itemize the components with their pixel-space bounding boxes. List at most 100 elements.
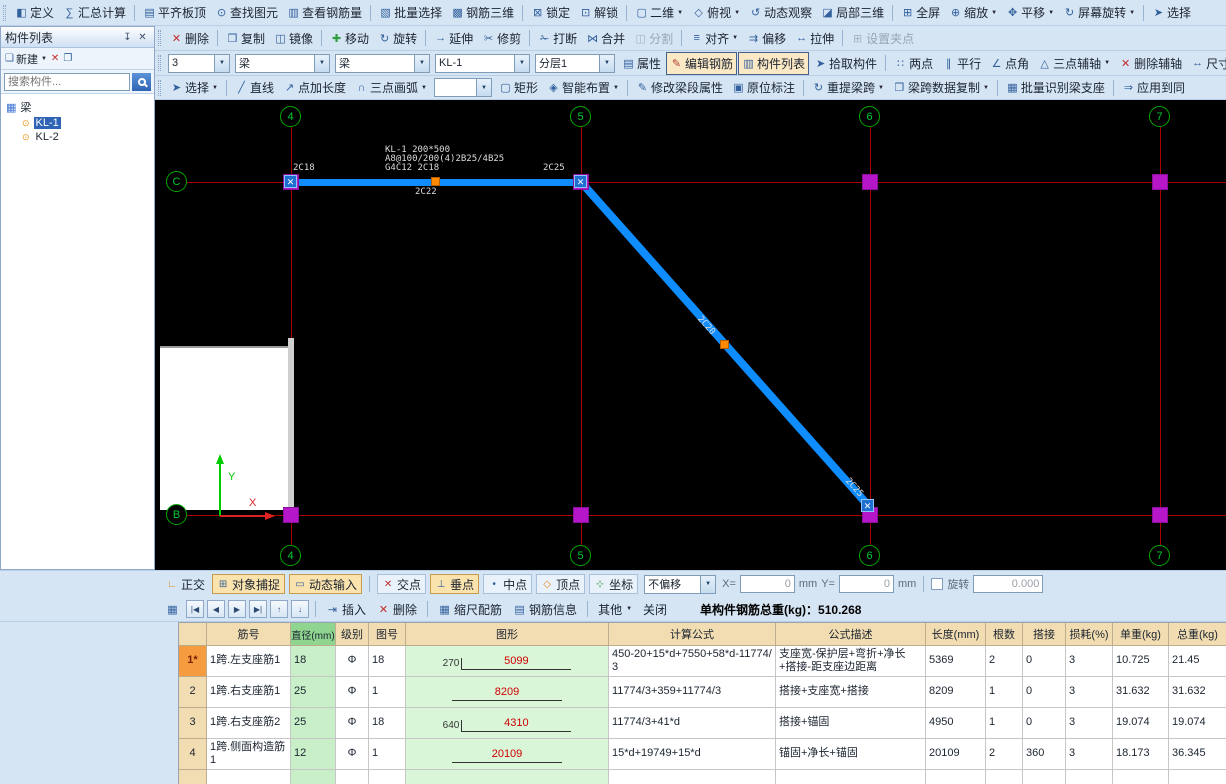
delete-component-button[interactable]: ✕: [51, 53, 59, 64]
dimension-button[interactable]: ↔ 尺寸标注: [1187, 52, 1226, 75]
point-plus-length-button[interactable]: ↗ 点加长度: [279, 76, 350, 99]
row-number-cell[interactable]: 2: [179, 677, 207, 708]
formula-desc-cell[interactable]: 搭接+锚固: [776, 708, 926, 739]
row-number-cell[interactable]: 1*: [179, 646, 207, 677]
shape-cell[interactable]: 8209: [406, 677, 609, 708]
shape-cell[interactable]: 270 5099: [406, 646, 609, 677]
next-row-button[interactable]: ▶: [228, 600, 246, 618]
tree-item-kl-2[interactable]: ⊙ KL-2: [20, 130, 63, 144]
three-point-arc-button[interactable]: ∩ 三点画弧 ▼: [351, 76, 431, 99]
unit-weight-cell[interactable]: 10.725: [1113, 646, 1169, 677]
two-point-button[interactable]: ∷ 两点: [890, 52, 937, 75]
first-row-button[interactable]: |◀: [186, 600, 204, 618]
chevron-down-icon[interactable]: ▼: [475, 79, 491, 96]
rebar-3d-button[interactable]: ▩ 钢筋三维: [447, 1, 518, 24]
scale-rebar-button[interactable]: ▦ 缩尺配筋: [434, 600, 506, 619]
top-view-button[interactable]: ◇ 俯视 ▼: [688, 1, 744, 24]
other-button[interactable]: 其他 ▼: [594, 600, 636, 619]
length-cell[interactable]: 4950: [926, 708, 986, 739]
snap-midpoint[interactable]: • 中点: [483, 574, 533, 594]
selection-grip[interactable]: ✕: [284, 175, 297, 188]
formula-desc-cell[interactable]: 搭接+支座宽+搭接: [776, 677, 926, 708]
rotate-button[interactable]: ↻ 旋转: [374, 27, 421, 50]
x-coordinate-input[interactable]: [739, 575, 795, 593]
formula-cell[interactable]: 11774/3+41*d: [609, 708, 776, 739]
column-marker[interactable]: [862, 174, 878, 190]
rebar-info-button[interactable]: ▤ 钢筋信息: [509, 600, 581, 619]
snap-coordinate[interactable]: ⊹ 坐标: [589, 574, 639, 594]
total-weight-cell[interactable]: 19.074: [1169, 708, 1226, 739]
length-cell[interactable]: 8209: [926, 677, 986, 708]
lap-cell[interactable]: 0: [1023, 646, 1066, 677]
layer-select[interactable]: 分层1 ▼: [535, 53, 615, 73]
row-number-cell[interactable]: 3: [179, 708, 207, 739]
search-button[interactable]: [132, 72, 151, 91]
figure-number-cell[interactable]: 18: [369, 708, 406, 739]
trim-button[interactable]: ✂ 修剪: [478, 27, 525, 50]
break-button[interactable]: ✁ 打断: [534, 27, 581, 50]
diameter-cell[interactable]: 18: [291, 646, 336, 677]
align-button[interactable]: ≡ 对齐 ▼: [686, 27, 742, 50]
total-weight-cell[interactable]: 36.345: [1169, 739, 1226, 770]
in-situ-annotation-button[interactable]: ▣ 原位标注: [728, 76, 799, 99]
rebar-name-cell[interactable]: 1跨.右支座筋1: [207, 677, 291, 708]
line-tool-button[interactable]: ╱ 直线: [231, 76, 278, 99]
loss-cell[interactable]: 3: [1066, 708, 1113, 739]
beam-span-data-copy-button[interactable]: ❐ 梁跨数据复制 ▼: [889, 76, 993, 99]
midpoint-grip[interactable]: [431, 177, 440, 186]
three-point-aux-axis-button[interactable]: △ 三点辅轴 ▼: [1034, 52, 1114, 75]
midpoint-grip[interactable]: [720, 340, 729, 349]
find-element-button[interactable]: ⊙ 查找图元: [211, 1, 282, 24]
new-component-button[interactable]: ❏ 新建 ▼: [5, 51, 47, 67]
lock-button[interactable]: ⊠ 锁定: [527, 1, 574, 24]
summary-calc-button[interactable]: ∑ 汇总计算: [59, 1, 130, 24]
column-marker[interactable]: [1152, 174, 1168, 190]
diameter-cell[interactable]: 12: [291, 739, 336, 770]
arc-param-select[interactable]: ▼: [433, 78, 492, 97]
total-weight-cell[interactable]: 31.632: [1169, 677, 1226, 708]
view-2d-button[interactable]: ▢ 二维 ▼: [631, 1, 687, 24]
drawing-canvas[interactable]: ✕ ✕ ✕ KL-1 200*500 A8@100/200(4)2B25/4B2…: [155, 100, 1226, 570]
dynamic-input-toggle[interactable]: ▭ 动态输入: [289, 574, 363, 594]
floor-select[interactable]: 3 ▼: [168, 53, 230, 73]
batch-identify-beam-support-button[interactable]: ▦ 批量识别梁支座: [1002, 76, 1109, 99]
shape-cell[interactable]: 20109: [406, 739, 609, 770]
copy-component-button[interactable]: ❐: [63, 53, 72, 64]
lap-cell[interactable]: 360: [1023, 739, 1066, 770]
unlock-button[interactable]: ⊡ 解锁: [575, 1, 622, 24]
copy-button[interactable]: ❐ 复制: [222, 27, 269, 50]
chevron-down-icon[interactable]: ▼: [314, 54, 329, 72]
row-number-cell[interactable]: 4: [179, 739, 207, 770]
loss-cell[interactable]: 3: [1066, 739, 1113, 770]
unit-weight-cell[interactable]: 18.173: [1113, 739, 1169, 770]
modify-beam-segment-button[interactable]: ✎ 修改梁段属性: [632, 76, 727, 99]
insert-row-button[interactable]: ⇥ 插入: [322, 600, 370, 619]
length-cell[interactable]: 20109: [926, 739, 986, 770]
formula-cell[interactable]: 450-20+15*d+7550+58*d-11774/3: [609, 646, 776, 677]
chevron-down-icon[interactable]: ▼: [214, 54, 229, 72]
rotate-checkbox[interactable]: [931, 578, 944, 590]
rectangle-button[interactable]: ▢ 矩形: [495, 76, 542, 99]
level-cell[interactable]: Φ: [336, 646, 369, 677]
stretch-button[interactable]: ↔ 拉伸: [791, 27, 838, 50]
pan-button[interactable]: ✥ 平移 ▼: [1002, 1, 1058, 24]
merge-button[interactable]: ⋈ 合并: [582, 27, 629, 50]
delete-button[interactable]: ✕ 删除: [166, 27, 213, 50]
column-marker[interactable]: [1152, 507, 1168, 523]
count-cell[interactable]: 1: [986, 708, 1023, 739]
chevron-down-icon[interactable]: ▼: [599, 54, 614, 72]
screen-rotate-button[interactable]: ↻ 屏幕旋转 ▼: [1059, 1, 1139, 24]
selection-grip[interactable]: ✕: [861, 499, 874, 512]
pin-icon[interactable]: ↧: [120, 32, 135, 43]
batch-select-button[interactable]: ▧ 批量选择: [375, 1, 446, 24]
length-cell[interactable]: 5369: [926, 646, 986, 677]
y-coordinate-input[interactable]: [838, 575, 894, 593]
attributes-button[interactable]: ▤ 属性: [618, 52, 665, 75]
formula-desc-cell[interactable]: 支座宽-保护层+弯折+净长+搭接-距支座边距离: [776, 646, 926, 677]
snap-vertex[interactable]: ◇ 顶点: [536, 574, 586, 594]
pick-component-button[interactable]: ➤ 拾取构件: [810, 52, 881, 75]
rebar-name-cell[interactable]: 1跨.左支座筋1: [207, 646, 291, 677]
formula-cell[interactable]: 11774/3+359+11774/3: [609, 677, 776, 708]
point-angle-button[interactable]: ∠ 点角: [986, 52, 1033, 75]
formula-desc-cell[interactable]: 锚固+净长+锚固: [776, 739, 926, 770]
